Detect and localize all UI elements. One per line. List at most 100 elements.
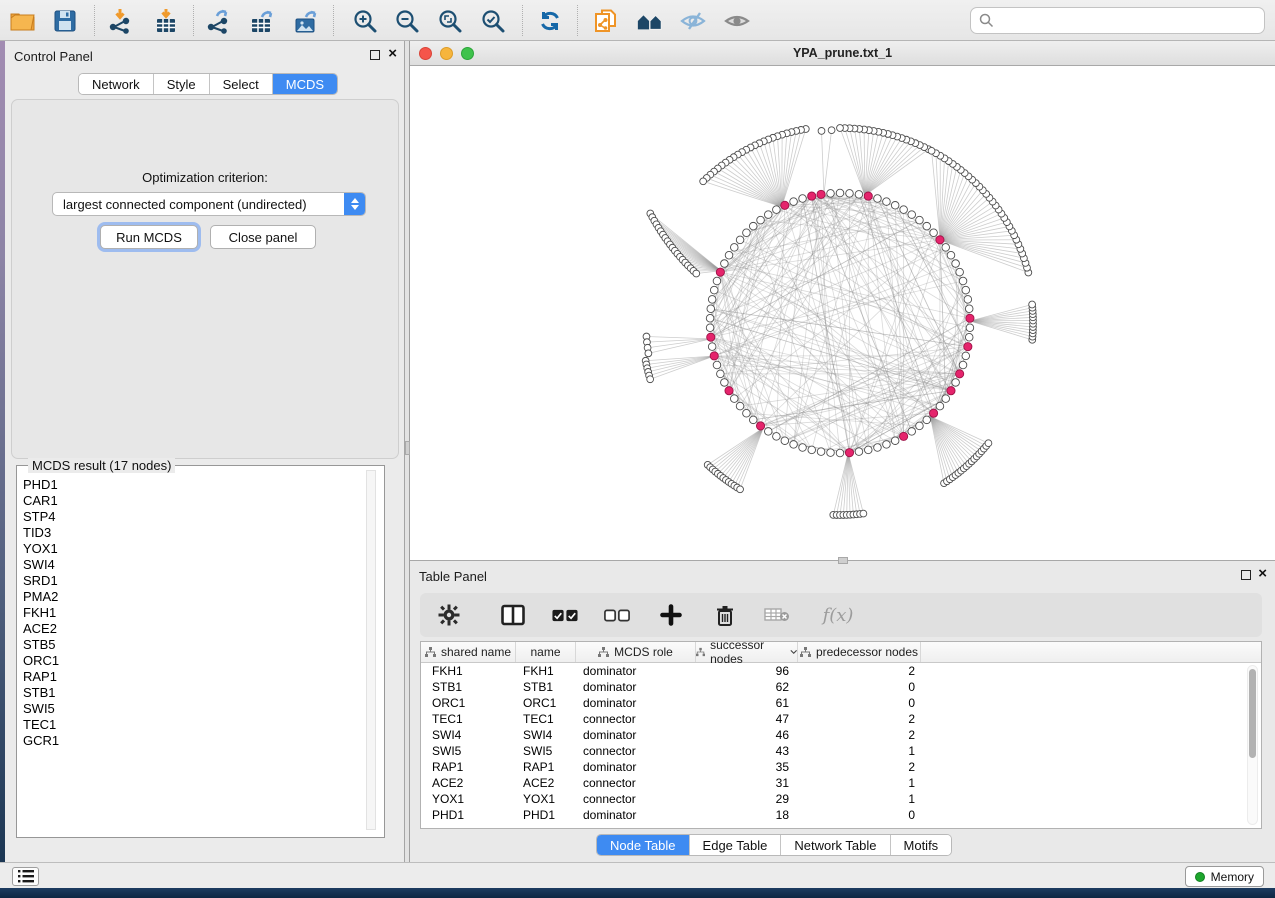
table-scrollbar-thumb[interactable]	[1249, 669, 1256, 758]
column-header[interactable]: shared name	[421, 642, 516, 662]
table-panel: Table Panel × f(x)	[410, 560, 1275, 862]
network-graph[interactable]	[410, 66, 1275, 560]
table-row[interactable]: STB1 STB1 dominator 62 0	[421, 679, 1261, 695]
table-row[interactable]: RAP1 RAP1 dominator 35 2	[421, 759, 1261, 775]
mcds-result-item[interactable]: SRD1	[23, 573, 59, 589]
cell-name: RAP1	[516, 760, 576, 774]
column-header[interactable]: predecessor nodes	[798, 642, 921, 662]
cell-name: SWI5	[516, 744, 576, 758]
mcds-result-list[interactable]: PHD1CAR1STP4TID3YOX1SWI4SRD1PMA2FKH1ACE2…	[23, 477, 59, 749]
close-panel-button[interactable]: Close panel	[210, 225, 316, 249]
select-all-button[interactable]	[552, 602, 578, 628]
duplicate-network-button[interactable]	[591, 7, 619, 35]
mcds-result-item[interactable]: PHD1	[23, 477, 59, 493]
control-tab[interactable]: Style	[153, 74, 209, 94]
cell-predecessor-nodes: 1	[798, 776, 921, 790]
mcds-result-item[interactable]: TID3	[23, 525, 59, 541]
table-body: FKH1 FKH1 dominator 96 2 STB1 STB1 domin…	[421, 663, 1261, 823]
deselect-all-button[interactable]	[604, 602, 630, 628]
trash-icon	[714, 604, 736, 627]
close-panel-icon-button[interactable]: ×	[388, 46, 397, 62]
mcds-result-item[interactable]: STP4	[23, 509, 59, 525]
zoom-fit-icon	[437, 8, 463, 34]
table-row[interactable]: FKH1 FKH1 dominator 96 2	[421, 663, 1261, 679]
zoom-in-button[interactable]	[351, 7, 379, 35]
export-image-icon	[293, 8, 319, 34]
show-columns-button[interactable]	[500, 602, 526, 628]
mcds-result-item[interactable]: SWI5	[23, 701, 59, 717]
cell-successor-nodes: 46	[696, 728, 798, 742]
mcds-result-item[interactable]: CAR1	[23, 493, 59, 509]
table-row[interactable]: TEC1 TEC1 connector 47 2	[421, 711, 1261, 727]
column-header[interactable]: successor nodes	[696, 642, 798, 662]
table-scrollbar[interactable]	[1247, 665, 1258, 825]
zoom-selected-button[interactable]	[479, 7, 507, 35]
table-row[interactable]: SWI5 SWI5 connector 43 1	[421, 743, 1261, 759]
toolbar-separator	[193, 5, 194, 36]
table-row[interactable]: SWI4 SWI4 dominator 46 2	[421, 727, 1261, 743]
export-table-button[interactable]	[248, 7, 276, 35]
show-all-button[interactable]	[723, 7, 751, 35]
mcds-result-item[interactable]: STB5	[23, 637, 59, 653]
refresh-view-button[interactable]	[536, 7, 564, 35]
delete-columns-button[interactable]	[712, 602, 738, 628]
toolbar-separator	[333, 5, 334, 36]
column-header[interactable]: name	[516, 642, 576, 662]
hide-selected-button[interactable]	[679, 7, 707, 35]
table-row[interactable]: PHD1 PHD1 dominator 18 0	[421, 807, 1261, 823]
run-mcds-button[interactable]: Run MCDS	[100, 225, 198, 249]
save-session-button[interactable]	[51, 7, 79, 35]
mcds-result-item[interactable]: ORC1	[23, 653, 59, 669]
column-header[interactable]: MCDS role	[576, 642, 696, 662]
cell-shared-name: PHD1	[421, 808, 516, 822]
desktop-bottom-edge	[0, 888, 1275, 898]
cell-successor-nodes: 43	[696, 744, 798, 758]
mcds-result-item[interactable]: RAP1	[23, 669, 59, 685]
memory-button[interactable]: Memory	[1185, 866, 1264, 887]
column-header-label: shared name	[441, 645, 511, 659]
sitemap-icon	[425, 647, 436, 657]
control-tab[interactable]: Select	[209, 74, 272, 94]
table-tab[interactable]: Motifs	[890, 835, 952, 855]
create-column-button[interactable]	[658, 602, 684, 628]
table-tab[interactable]: Network Table	[780, 835, 889, 855]
table-row[interactable]: ORC1 ORC1 dominator 61 0	[421, 695, 1261, 711]
control-tab[interactable]: MCDS	[272, 74, 337, 94]
export-image-button[interactable]	[292, 7, 320, 35]
table-mode-button[interactable]	[436, 602, 462, 628]
float-panel-button[interactable]	[370, 50, 380, 60]
optimization-select[interactable]: largest connected component (undirected)	[52, 192, 366, 216]
result-scrollbar[interactable]	[366, 470, 376, 830]
panel-menu-button[interactable]	[12, 867, 39, 886]
table-row[interactable]: ACE2 ACE2 connector 31 1	[421, 775, 1261, 791]
function-builder-button[interactable]: f(x)	[818, 602, 858, 628]
mcds-result-item[interactable]: TEC1	[23, 717, 59, 733]
control-tab[interactable]: Network	[79, 74, 153, 94]
cell-name: ORC1	[516, 696, 576, 710]
mcds-result-item[interactable]: ACE2	[23, 621, 59, 637]
cell-mcds-role: dominator	[576, 808, 696, 822]
mcds-result-item[interactable]: GCR1	[23, 733, 59, 749]
import-table-button[interactable]	[152, 7, 180, 35]
open-file-button[interactable]	[8, 7, 36, 35]
export-network-button[interactable]	[204, 7, 232, 35]
search-input[interactable]	[1000, 13, 1264, 28]
table-tab[interactable]: Node Table	[597, 835, 689, 855]
cell-successor-nodes: 62	[696, 680, 798, 694]
table-tab[interactable]: Edge Table	[689, 835, 781, 855]
close-table-panel-button[interactable]: ×	[1258, 566, 1267, 582]
cell-name: FKH1	[516, 664, 576, 678]
mcds-result-item[interactable]: STB1	[23, 685, 59, 701]
mcds-result-item[interactable]: YOX1	[23, 541, 59, 557]
zoom-fit-button[interactable]	[436, 7, 464, 35]
mcds-result-item[interactable]: SWI4	[23, 557, 59, 573]
cell-shared-name: ORC1	[421, 696, 516, 710]
mcds-result-item[interactable]: PMA2	[23, 589, 59, 605]
table-row[interactable]: YOX1 YOX1 connector 29 1	[421, 791, 1261, 807]
import-network-button[interactable]	[106, 7, 134, 35]
mcds-result-item[interactable]: FKH1	[23, 605, 59, 621]
zoom-out-button[interactable]	[393, 7, 421, 35]
delete-table-button[interactable]	[764, 602, 790, 628]
first-neighbors-button[interactable]	[636, 7, 664, 35]
float-table-panel-button[interactable]	[1241, 570, 1251, 580]
